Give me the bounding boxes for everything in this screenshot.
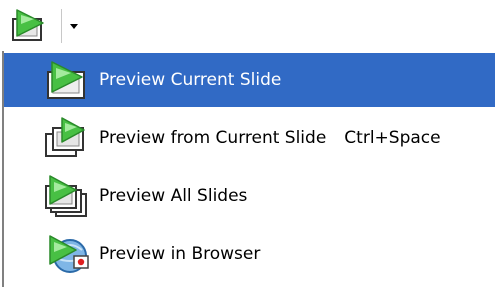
menu-item-preview-in-browser[interactable]: Preview in Browser <box>4 227 495 281</box>
preview-from-current-slide-icon <box>45 117 85 157</box>
menu-item-preview-all-slides[interactable]: Preview All Slides <box>4 169 495 223</box>
menu-item-label: Preview All Slides <box>99 186 248 206</box>
preview-all-slides-icon <box>45 175 87 217</box>
menu-item-preview-current-slide[interactable]: Preview Current Slide <box>4 53 495 107</box>
preview-toolbar-button[interactable] <box>7 3 93 49</box>
menu-item-label: Preview in Browser <box>99 244 261 264</box>
slide-preview-icon[interactable] <box>7 6 55 46</box>
preview-dropdown-menu: Preview Current Slide Preview from Curre… <box>2 51 495 287</box>
preview-current-slide-icon <box>47 61 85 99</box>
menu-item-preview-from-current-slide[interactable]: Preview from Current Slide Ctrl+Space <box>4 111 495 165</box>
toolbar-separator <box>61 9 62 43</box>
chevron-down-icon[interactable] <box>70 23 78 29</box>
preview-in-browser-icon <box>49 235 89 273</box>
menu-item-shortcut: Ctrl+Space <box>344 128 441 148</box>
menu-item-label: Preview Current Slide <box>99 70 282 90</box>
menu-item-label: Preview from Current Slide <box>99 128 327 148</box>
